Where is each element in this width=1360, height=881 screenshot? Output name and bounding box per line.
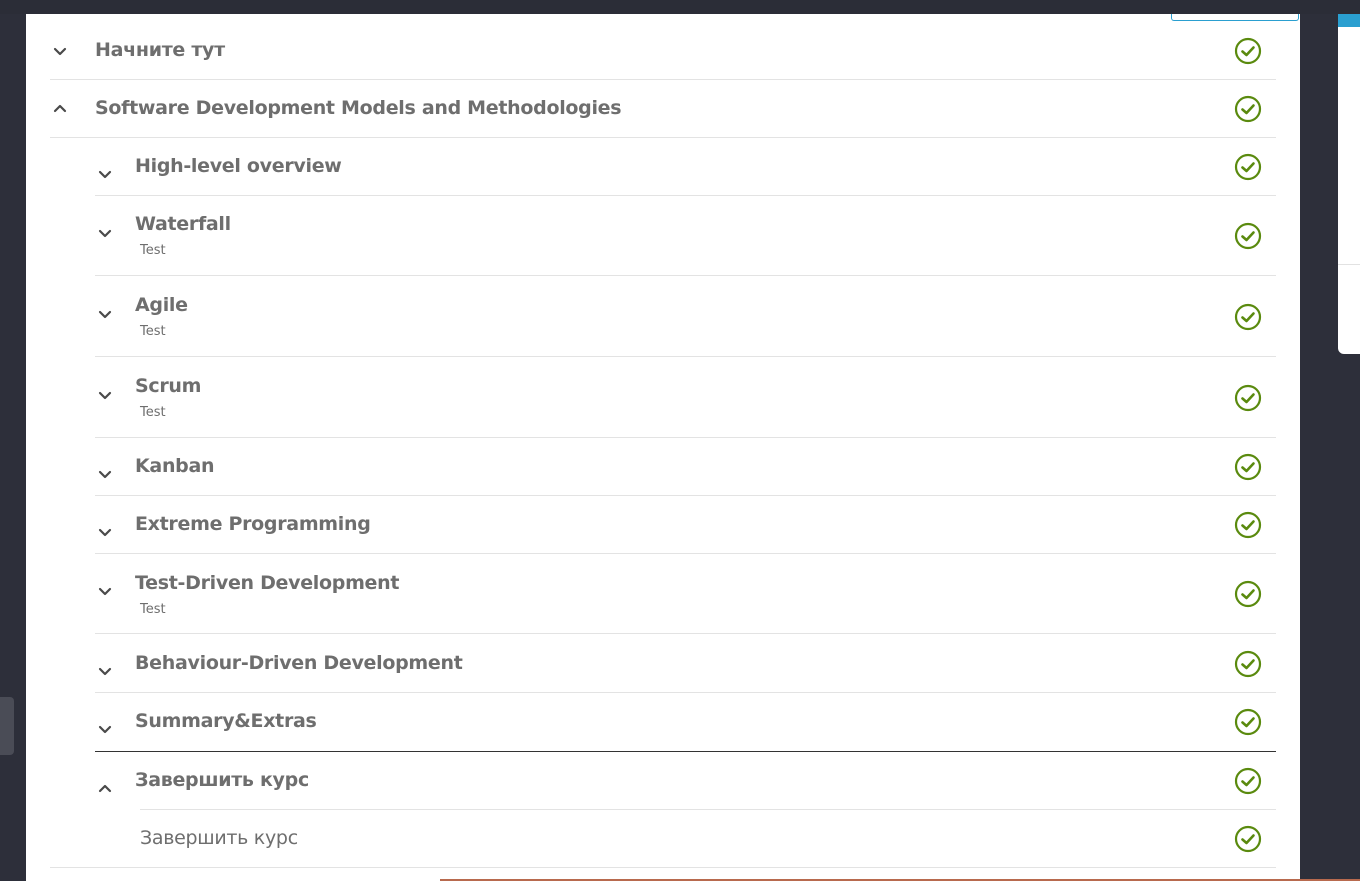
chevron-down-icon[interactable] [97,388,113,404]
lesson-title: Agile [135,294,188,316]
module-row-sdlc-models[interactable]: Software Development Models and Methodol… [50,80,1276,138]
lesson-title: Завершить курс [135,769,309,791]
module-title: Software Development Models and Methodol… [95,97,622,119]
chevron-down-icon[interactable] [97,226,113,242]
chevron-down-icon[interactable] [97,307,113,323]
lesson-subtitle: Test [140,324,166,339]
lesson-row-waterfall[interactable]: Waterfall Test [95,196,1276,276]
module-row-start-here[interactable]: Начните тут [50,22,1276,80]
chevron-up-icon[interactable] [97,780,113,796]
check-circle-icon [1234,384,1262,412]
check-circle-icon [1234,37,1262,65]
check-circle-icon [1234,95,1262,123]
lesson-title: Scrum [135,375,202,397]
lesson-row-scrum[interactable]: Scrum Test [95,357,1276,438]
side-card-accent [1338,14,1360,27]
lesson-title: Waterfall [135,213,231,235]
chevron-down-icon[interactable] [97,722,113,738]
lesson-title: High-level overview [135,155,342,177]
check-circle-icon [1234,825,1262,853]
chevron-up-icon[interactable] [52,100,68,116]
check-circle-icon [1234,222,1262,250]
check-circle-icon [1234,511,1262,539]
chevron-down-icon[interactable] [97,467,113,483]
chevron-down-icon[interactable] [97,167,113,183]
course-outline-panel: Начните тут Software Development Models … [26,14,1300,881]
lesson-title: Kanban [135,455,215,477]
lesson-subtitle: Test [140,602,166,617]
lesson-row-high-level-overview[interactable]: High-level overview [95,138,1276,196]
check-circle-icon [1234,303,1262,331]
lesson-row-extreme-programming[interactable]: Extreme Programming [95,496,1276,554]
lesson-title: Behaviour-Driven Development [135,652,463,674]
left-drawer-handle[interactable] [0,697,14,755]
chevron-down-icon[interactable] [97,525,113,541]
chevron-down-icon[interactable] [97,584,113,600]
check-circle-icon [1234,650,1262,678]
lesson-subtitle: Test [140,405,166,420]
chevron-down-icon[interactable] [97,664,113,680]
unit-title: Завершить курс [140,827,298,849]
lesson-row-kanban[interactable]: Kanban [95,438,1276,496]
check-circle-icon [1234,767,1262,795]
lesson-row-bdd[interactable]: Behaviour-Driven Development [95,634,1276,693]
module-title: Начните тут [95,39,225,61]
lesson-title: Extreme Programming [135,513,371,535]
check-circle-icon [1234,153,1262,181]
lesson-subtitle: Test [140,243,166,258]
lesson-row-summary-extras[interactable]: Summary&Extras [95,693,1276,752]
lesson-row-tdd[interactable]: Test-Driven Development Test [95,554,1276,634]
lesson-title: Summary&Extras [135,710,317,732]
lesson-row-agile[interactable]: Agile Test [95,276,1276,357]
check-circle-icon [1234,708,1262,736]
side-card-divider [1338,264,1360,265]
lesson-row-finish-course[interactable]: Завершить курс [98,752,1276,810]
unit-row-finish-course[interactable]: Завершить курс [50,810,1276,868]
check-circle-icon [1234,453,1262,481]
chevron-down-icon[interactable] [52,44,68,60]
top-button-edge[interactable] [1171,14,1299,21]
check-circle-icon [1234,580,1262,608]
lesson-title: Test-Driven Development [135,572,400,594]
side-card [1338,14,1360,354]
browser-top-strip [0,0,1360,14]
